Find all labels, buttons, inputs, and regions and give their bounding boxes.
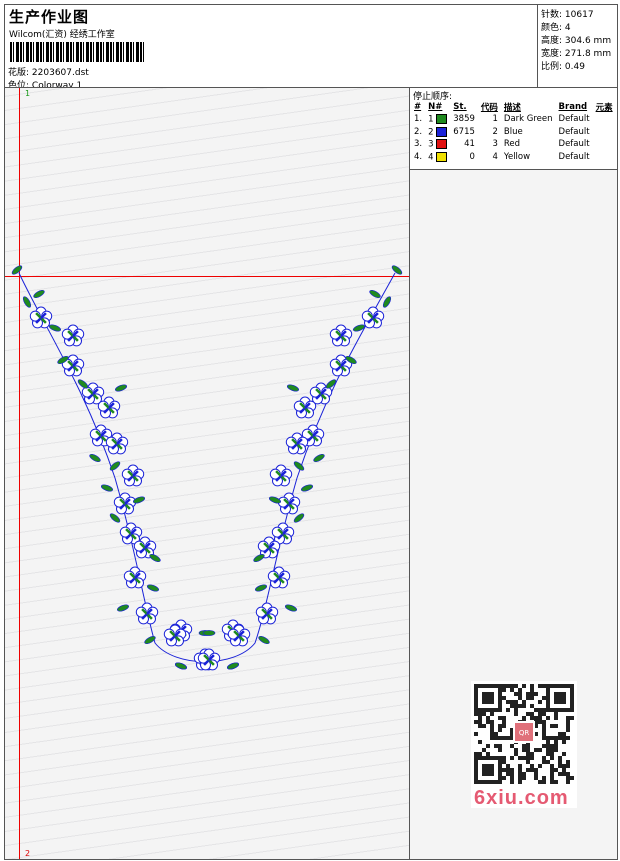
design-canvas: 1 2 (4, 87, 410, 860)
leaf-motif (89, 453, 101, 463)
leaf-motif (369, 289, 381, 299)
leaf-motif (268, 496, 282, 504)
leaf-motif (202, 630, 216, 636)
flower-motif (269, 464, 293, 487)
flower-motif (255, 602, 279, 625)
header-panel: 生产作业图 Wilcom(汇资) 经绣工作室 花版: 2203607.dst 色… (4, 4, 538, 91)
stat-colors: 颜色: 4 (541, 23, 571, 33)
leaf-motif (33, 289, 45, 299)
stat-height: 高度: 304.6 mm (541, 36, 612, 46)
color-table: # N# St. 代码 描述 Brand 元素 1. 1 3859 1 Dark… (411, 101, 616, 163)
flower-motif (267, 566, 291, 589)
stat-stitches: 针数: 10617 (541, 10, 594, 20)
stop-sequence-panel: 停止顺序: # N# St. 代码 描述 Brand 元素 1. 1 3859 … (409, 87, 618, 860)
embroidery-design (11, 265, 403, 671)
flower-motif (135, 602, 159, 625)
leaf-motif (174, 662, 188, 670)
design-file: 花版: 2203607.dst (8, 68, 89, 78)
leaf-motif (313, 453, 325, 463)
stats-panel: 针数: 10617 颜色: 4 高度: 304.6 mm 宽度: 271.8 m… (537, 4, 618, 88)
table-row: 3. 3 41 3 Red Default (414, 139, 590, 150)
color-swatch (436, 139, 448, 149)
leaf-motif (284, 604, 298, 612)
stat-scale: 比例: 0.49 (541, 62, 585, 72)
leaf-motif (22, 296, 32, 308)
flower-motif (329, 324, 353, 347)
flower-motif (361, 306, 385, 329)
leaf-motif (146, 584, 160, 592)
svg-text:QR: QR (519, 729, 530, 737)
leaf-motif (144, 635, 156, 645)
leaf-motif (254, 584, 268, 592)
company-name: Wilcom(汇资) 经绣工作室 (9, 30, 115, 40)
leaf-motif (114, 384, 128, 392)
table-row: 1. 1 3859 1 Dark Green Default (414, 114, 590, 125)
leaf-motif (11, 265, 23, 275)
leaf-motif (382, 296, 392, 308)
flower-motif (61, 324, 85, 347)
leaf-motif (253, 553, 265, 563)
leaf-motif (48, 324, 62, 332)
leaf-motif (391, 265, 403, 275)
leaf-motif (286, 384, 300, 392)
color-table-header: # N# St. 代码 描述 Brand 元素 (414, 102, 613, 113)
flower-motif (121, 464, 145, 487)
flower-motif (29, 306, 53, 329)
leaf-motif (149, 553, 161, 563)
color-swatch (436, 126, 448, 137)
table-row: 2. 2 6715 2 Blue Default (414, 126, 590, 137)
table-row: 4. 4 0 4 Yellow Default (414, 151, 590, 162)
watermark-logo: 6xiu.com (474, 787, 569, 809)
flower-motif (277, 492, 301, 515)
barcode-icon (10, 42, 146, 62)
flower-motif (113, 492, 137, 515)
leaf-motif (132, 496, 146, 504)
flower-motif (123, 566, 147, 589)
color-swatch (436, 151, 448, 162)
leaf-motif (293, 461, 305, 471)
page-title: 生产作业图 (9, 8, 90, 26)
stat-width: 宽度: 271.8 mm (541, 49, 612, 59)
leaf-motif (116, 604, 130, 612)
leaf-motif (300, 484, 314, 492)
color-table-box: 停止顺序: # N# St. 代码 描述 Brand 元素 1. 1 3859 … (410, 88, 617, 170)
color-swatch (436, 114, 448, 124)
leaf-motif (100, 484, 114, 492)
leaf-motif (258, 635, 270, 645)
leaf-motif (352, 324, 366, 332)
leaf-motif (226, 662, 240, 670)
